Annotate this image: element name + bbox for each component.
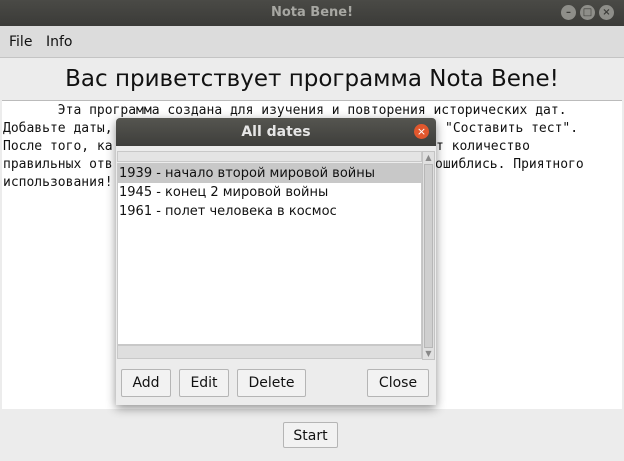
list-item[interactable]: 1961 - полет человека в космос (118, 202, 422, 221)
dialog-close-icon[interactable]: × (414, 124, 429, 139)
all-dates-dialog: All dates × 1939 - начало второй мировой… (116, 118, 436, 405)
intro-line: После того, ка (3, 139, 113, 154)
intro-line: правильных отв (3, 157, 113, 172)
dialog-title: All dates (241, 124, 311, 140)
scrollbar-thumb[interactable] (424, 164, 433, 348)
start-button[interactable]: Start (283, 422, 338, 448)
menu-file[interactable]: File (9, 34, 32, 50)
menubar: File Info (0, 26, 624, 58)
menu-info[interactable]: Info (46, 34, 73, 50)
list-item[interactable]: 1945 - конец 2 мировой войны (118, 183, 422, 202)
add-button[interactable]: Add (121, 369, 171, 397)
horizontal-scrollbar[interactable] (117, 345, 422, 359)
window-titlebar: Nota Bene! – □ × (0, 0, 624, 26)
intro-line-right: ошиблись. Приятного (435, 157, 584, 172)
intro-line-right: т количество (436, 139, 530, 154)
maximize-button[interactable]: □ (580, 5, 595, 20)
delete-button[interactable]: Delete (237, 369, 306, 397)
dialog-titlebar: All dates × (116, 118, 436, 146)
window-title: Nota Bene! (270, 5, 354, 20)
intro-line: использования! (3, 175, 113, 190)
welcome-heading: Вас приветствует программа Nota Bene! (2, 58, 622, 98)
list-item[interactable]: 1939 - начало второй мировой войны (118, 164, 422, 183)
intro-line: Добавьте даты, (3, 121, 113, 136)
scroll-down-icon[interactable]: ▼ (423, 348, 434, 359)
minimize-button[interactable]: – (561, 5, 576, 20)
list-header-strip (117, 151, 422, 162)
close-button[interactable]: Close (367, 369, 429, 397)
vertical-scrollbar[interactable]: ▲ ▼ (422, 151, 435, 360)
window-close-button[interactable]: × (599, 5, 614, 20)
intro-line-right: "Составить тест". (445, 121, 579, 136)
dates-list[interactable]: 1939 - начало второй мировой войны 1945 … (117, 163, 422, 345)
edit-button[interactable]: Edit (179, 369, 229, 397)
scroll-up-icon[interactable]: ▲ (423, 152, 434, 163)
